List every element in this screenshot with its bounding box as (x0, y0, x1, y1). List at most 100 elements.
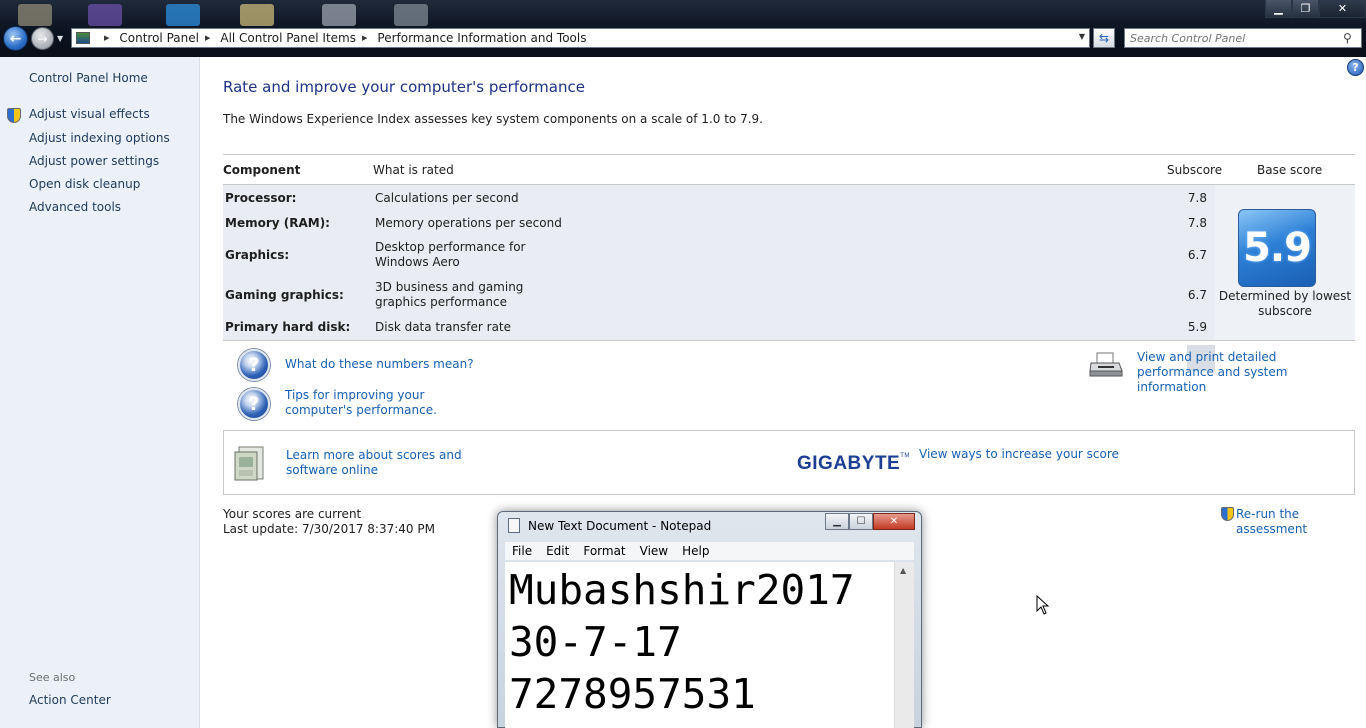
row-component: Memory (RAM): (225, 216, 330, 230)
text-line: Mubashshir2017 (509, 566, 855, 614)
row-rated: Calculations per second (375, 191, 519, 205)
search-icon[interactable]: ⚲ (1343, 31, 1352, 45)
uac-shield-icon (1221, 507, 1234, 521)
notepad-caption-buttons: ▁ ☐ ✕ (825, 513, 915, 530)
notepad-minimize-button[interactable]: ▁ (825, 513, 849, 530)
window-title-bar: ▁ ❐ ✕ ← → ▼ ▶ Control Panel ▶ All Contro… (0, 0, 1366, 57)
window-caption-buttons: ▁ ❐ ✕ (1265, 0, 1366, 18)
header-component: Component (223, 163, 301, 177)
forward-button[interactable]: → (31, 27, 54, 50)
uac-shield-icon (7, 108, 21, 123)
increase-score-link[interactable]: View ways to increase your score (919, 447, 1119, 462)
score-info-box: Learn more about scores and software onl… (223, 430, 1355, 495)
sidebar-item-adjust-power-settings[interactable]: Adjust power settings (29, 154, 159, 168)
row-subscore: 7.8 (1187, 191, 1207, 205)
minimize-icon: ▁ (1274, 2, 1283, 15)
table-body: Processor: Calculations per second 7.8 M… (223, 185, 1215, 371)
search-input[interactable] (1124, 28, 1362, 48)
breadcrumb-separator-icon[interactable]: ▶ (104, 34, 109, 42)
desktop-icon (394, 4, 428, 26)
menu-format[interactable]: Format (576, 542, 632, 560)
maximize-icon: ☐ (856, 516, 866, 527)
sidebar-item-action-center[interactable]: Action Center (29, 693, 111, 707)
base-score-badge: 5.9 (1238, 209, 1316, 287)
question-mark-icon: ? (238, 388, 270, 420)
restore-button[interactable]: ❐ (1292, 0, 1319, 18)
question-mark-icon: ? (238, 349, 270, 381)
base-score-column: 5.9 Determined by lowest subscore (1215, 185, 1355, 341)
gigabyte-logo-text: GIGABYTE (797, 453, 901, 474)
numbers-meaning-link[interactable]: What do these numbers mean? (285, 357, 474, 372)
header-subscore: Subscore (1167, 163, 1223, 177)
sidebar-item-adjust-indexing-options[interactable]: Adjust indexing options (29, 131, 170, 145)
desktop-icon (166, 4, 200, 26)
software-box-icon (234, 446, 264, 481)
breadcrumb-control-panel[interactable]: Control Panel (119, 31, 199, 45)
see-also-heading: See also (29, 671, 76, 684)
address-bar[interactable]: ▶ Control Panel ▶ All Control Panel Item… (71, 28, 1090, 48)
row-subscore: 6.7 (1187, 248, 1207, 262)
row-component: Gaming graphics: (225, 288, 344, 302)
gigabyte-trademark: TM (900, 453, 910, 459)
rerun-assessment-link[interactable]: Re-run the assessment (1236, 507, 1366, 537)
row-subscore: 6.7 (1187, 288, 1207, 302)
sidebar-item-control-panel-home[interactable]: Control Panel Home (29, 71, 148, 85)
menu-view[interactable]: View (633, 542, 675, 560)
row-subscore: 7.8 (1187, 216, 1207, 230)
notepad-window[interactable]: New Text Document - Notepad ▁ ☐ ✕ File E… (497, 511, 922, 728)
close-button[interactable]: ✕ (1319, 0, 1366, 18)
back-button[interactable]: ← (3, 26, 28, 51)
sidebar: Control Panel Home Adjust visual effects… (0, 57, 200, 728)
arrow-right-icon: → (37, 31, 48, 46)
row-rated: Desktop performance for Windows Aero (375, 240, 526, 269)
refresh-button[interactable]: ⇆ (1093, 28, 1115, 48)
row-rated: Memory operations per second (375, 216, 562, 230)
desktop-icon (240, 4, 274, 26)
row-component: Graphics: (225, 248, 290, 262)
desktop-icon (18, 4, 52, 26)
learn-more-link[interactable]: Learn more about scores and software onl… (286, 448, 501, 478)
sidebar-item-adjust-visual-effects[interactable]: Adjust visual effects (29, 107, 150, 121)
menu-file[interactable]: File (505, 542, 539, 560)
sidebar-item-open-disk-cleanup[interactable]: Open disk cleanup (29, 177, 140, 191)
notepad-text-area[interactable]: Mubashshir2017 30-7-17 7278957531 (505, 562, 894, 728)
control-panel-icon (76, 32, 90, 44)
notepad-menubar: File Edit Format View Help (505, 542, 914, 561)
page-title: Rate and improve your computer's perform… (223, 78, 585, 96)
address-dropdown-icon[interactable]: ▼ (1079, 32, 1085, 41)
header-base-score: Base score (1257, 163, 1323, 177)
tips-link[interactable]: Tips for improving your computer's perfo… (285, 388, 490, 418)
notepad-title: New Text Document - Notepad (528, 519, 712, 533)
breadcrumb-all-items[interactable]: All Control Panel Items (220, 31, 356, 45)
menu-help[interactable]: Help (675, 542, 716, 560)
breadcrumb-performance[interactable]: Performance Information and Tools (377, 31, 586, 45)
menu-edit[interactable]: Edit (539, 542, 576, 560)
help-icon: ? (1352, 61, 1359, 74)
close-icon: ✕ (889, 516, 899, 527)
header-what-is-rated: What is rated (373, 163, 454, 177)
refresh-icon: ⇆ (1098, 31, 1110, 45)
restore-icon: ❐ (1300, 2, 1311, 15)
last-update: Last update: 7/30/2017 8:37:40 PM (223, 522, 435, 536)
minimize-icon: ▁ (833, 516, 841, 527)
recent-pages-button[interactable]: ▼ (57, 34, 63, 43)
help-button[interactable]: ? (1347, 59, 1364, 76)
minimize-button[interactable]: ▁ (1265, 0, 1292, 18)
row-component: Processor: (225, 191, 297, 205)
row-component: Primary hard disk: (225, 320, 351, 334)
view-print-details-link[interactable]: View and print detailed performance and … (1137, 350, 1357, 395)
page-subtitle: The Windows Experience Index assesses ke… (223, 112, 763, 126)
desktop-icon (88, 4, 122, 26)
scroll-up-icon[interactable]: ▲ (900, 566, 906, 575)
notepad-maximize-button[interactable]: ☐ (849, 513, 873, 530)
arrow-left-icon: ← (9, 30, 22, 47)
breadcrumb-separator-icon[interactable]: ▶ (205, 34, 210, 42)
text-line: 30-7-17 (509, 618, 682, 666)
score-table: Component What is rated Subscore Base sc… (223, 154, 1355, 371)
row-rated: 3D business and gaming graphics performa… (375, 280, 524, 309)
desktop-icon (322, 4, 356, 26)
sidebar-item-advanced-tools[interactable]: Advanced tools (29, 200, 121, 214)
breadcrumb-separator-icon[interactable]: ▶ (362, 34, 367, 42)
notepad-vertical-scrollbar[interactable]: ▲ (894, 562, 914, 728)
notepad-close-button[interactable]: ✕ (873, 513, 915, 530)
